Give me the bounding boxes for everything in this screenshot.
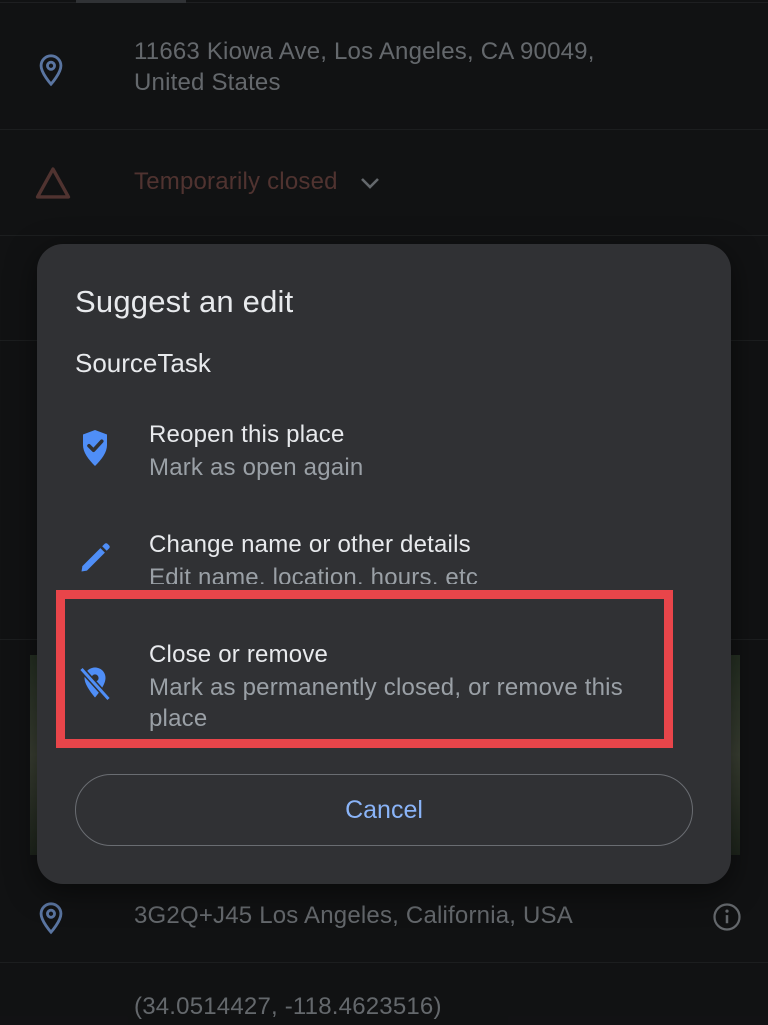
option-label: Reopen this place	[149, 421, 345, 448]
verified-pin-icon	[77, 428, 113, 466]
option-description: Edit name, location, hours, etc	[149, 564, 479, 584]
option-description: Mark as open again	[149, 454, 364, 481]
highlight-annotation	[56, 590, 673, 748]
cancel-button[interactable]: Cancel	[75, 774, 693, 846]
suggest-edit-dialog: Suggest an edit SourceTask Reopen this p…	[37, 244, 731, 884]
place-name: SourceTask	[75, 348, 211, 378]
option-label: Change name or other details	[149, 531, 471, 558]
dialog-title: Suggest an edit	[75, 284, 294, 319]
pencil-icon	[77, 540, 113, 576]
reopen-place-option[interactable]: Reopen this place Mark as open again	[37, 414, 731, 514]
place-details-page: 11663 Kiowa Ave, Los Angeles, CA 90049, …	[0, 0, 768, 1025]
change-details-option[interactable]: Change name or other details Edit name, …	[37, 524, 731, 594]
